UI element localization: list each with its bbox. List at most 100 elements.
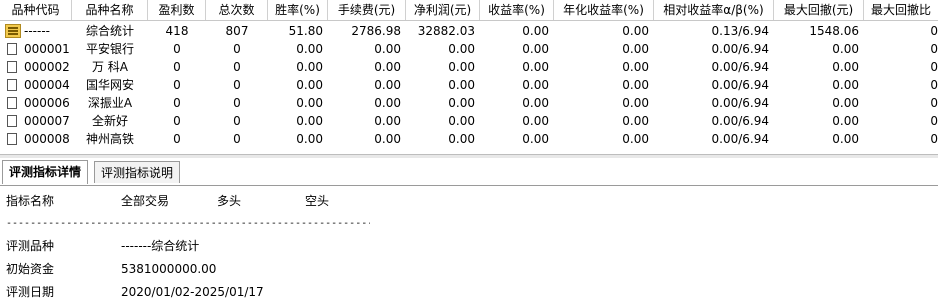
col-header-relative-return[interactable]: 相对收益率α/β(%) [654,0,774,20]
cell-win-rate: 0.00 [296,42,323,56]
cell-name: 深振业A [87,96,133,110]
cell-code: 000002 [24,60,70,74]
results-table[interactable]: 品种代码 品种名称 盈利数 总次数 胜率(%) 手续费(元) 净利润(元) 收益… [0,0,938,155]
cell-total: 0 [233,42,241,56]
col-header-net-profit[interactable]: 净利润(元) [406,0,480,20]
col-header-return[interactable]: 收益率(%) [480,0,554,20]
cell-code: 000001 [24,42,70,56]
cell-max-drawdown: 0.00 [832,78,859,92]
cell-max-drawdown: 0.00 [832,114,859,128]
cell-name: 万 科A [91,60,129,74]
cell-win-rate: 51.80 [288,24,323,38]
cell-max-drawdown-ratio: 0 [930,78,938,92]
table-row[interactable]: 000002 万 科A 0 0 0.00 0.00 0.00 0.00 0.00… [0,58,938,76]
table-row[interactable]: 000008 神州高铁 0 0 0.00 0.00 0.00 0.00 0.00… [0,130,938,148]
cell-return: 0.00 [522,96,549,110]
cell-total: 0 [233,78,241,92]
detail-item-label: 评测日期 [6,285,55,299]
col-header-max-drawdown[interactable]: 最大回撤(元) [774,0,864,20]
cell-annual-return: 0.00 [622,24,649,38]
cell-fee: 0.00 [374,78,401,92]
cell-code: 000007 [24,114,70,128]
detail-header-long: 多头 [217,194,242,208]
cell-win-rate: 0.00 [296,96,323,110]
tab-metrics-detail[interactable]: 评测指标详情 [2,160,89,184]
table-row[interactable]: 000004 国华网安 0 0 0.00 0.00 0.00 0.00 0.00… [0,76,938,94]
cell-total: 0 [233,60,241,74]
cell-fee: 0.00 [374,132,401,146]
cell-relative-return: 0.00/6.94 [711,132,769,146]
cell-return: 0.00 [522,78,549,92]
cell-name: 平安银行 [85,42,134,56]
cell-max-drawdown-ratio: 0 [930,60,938,74]
cell-wins: 0 [173,78,181,92]
cell-return: 0.00 [522,42,549,56]
cell-relative-return: 0.00/6.94 [711,114,769,128]
col-header-max-drawdown-ratio[interactable]: 最大回撤比 [864,0,938,20]
col-header-fee[interactable]: 手续费(元) [328,0,406,20]
cell-net-profit: 0.00 [448,60,475,74]
cell-return: 0.00 [522,60,549,74]
cell-relative-return: 0.00/6.94 [711,78,769,92]
cell-annual-return: 0.00 [622,78,649,92]
cell-annual-return: 0.00 [622,96,649,110]
cell-wins: 0 [173,42,181,56]
cell-fee: 0.00 [374,42,401,56]
cell-code: 000006 [24,96,70,110]
col-header-name[interactable]: 品种名称 [72,0,148,20]
cell-relative-return: 0.00/6.94 [711,60,769,74]
detail-item-label: 初始资金 [6,262,55,276]
cell-code: 000004 [24,78,70,92]
detail-header-label: 指标名称 [6,194,55,208]
cell-wins: 0 [173,60,181,74]
cell-relative-return: 0.13/6.94 [711,24,769,38]
detail-header-short: 空头 [305,194,330,208]
table-row[interactable]: 000006 深振业A 0 0 0.00 0.00 0.00 0.00 0.00… [0,94,938,112]
col-header-code[interactable]: 品种代码 [0,0,72,20]
cell-relative-return: 0.00/6.94 [711,96,769,110]
cell-net-profit: 0.00 [448,114,475,128]
cell-return: 0.00 [522,114,549,128]
detail-header-all-trades: 全部交易 [121,194,170,208]
col-header-wins[interactable]: 盈利数 [148,0,206,20]
cell-max-drawdown-ratio: 0 [930,114,938,128]
cell-total: 0 [233,132,241,146]
cell-wins: 418 [165,24,189,38]
cell-annual-return: 0.00 [622,114,649,128]
cell-annual-return: 0.00 [622,42,649,56]
cell-name: 神州高铁 [85,132,134,146]
cell-fee: 0.00 [374,96,401,110]
panel-splitter[interactable] [0,154,938,158]
cell-max-drawdown-ratio: 0 [930,132,938,146]
table-row-summary[interactable]: ------ 综合统计 418 807 51.80 2786.98 32882.… [0,22,938,40]
cell-max-drawdown: 0.00 [832,42,859,56]
detail-item-label: 评测品种 [6,239,55,253]
table-row[interactable]: 000001 平安银行 0 0 0.00 0.00 0.00 0.00 0.00… [0,40,938,58]
metrics-detail-panel: 指标名称 全部交易 多头 空头 ------------------------… [0,186,938,300]
cell-net-profit: 0.00 [448,78,475,92]
tab-bar: 评测指标详情 评测指标说明 [0,159,938,186]
cell-return: 0.00 [522,132,549,146]
cell-win-rate: 0.00 [296,114,323,128]
cell-win-rate: 0.00 [296,60,323,74]
cell-wins: 0 [173,114,181,128]
cell-max-drawdown-ratio: 0 [930,42,938,56]
cell-max-drawdown: 0.00 [832,96,859,110]
tab-metrics-description[interactable]: 评测指标说明 [94,161,181,183]
col-header-total[interactable]: 总次数 [206,0,268,20]
cell-name: 国华网安 [85,78,134,92]
col-header-win-rate[interactable]: 胜率(%) [268,0,328,20]
cell-wins: 0 [173,132,181,146]
cell-relative-return: 0.00/6.94 [711,42,769,56]
cell-fee: 0.00 [374,60,401,74]
cell-return: 0.00 [522,24,549,38]
cell-total: 0 [233,114,241,128]
cell-name: 全新好 [91,114,128,128]
cell-total: 0 [233,96,241,110]
col-header-annual-return[interactable]: 年化收益率(%) [554,0,654,20]
cell-max-drawdown: 0.00 [832,132,859,146]
detail-separator: ----------------------------------------… [6,218,370,229]
table-row[interactable]: 000007 全新好 0 0 0.00 0.00 0.00 0.00 0.00 … [0,112,938,130]
detail-item-value: -------综合统计 [121,239,200,253]
cell-net-profit: 0.00 [448,42,475,56]
